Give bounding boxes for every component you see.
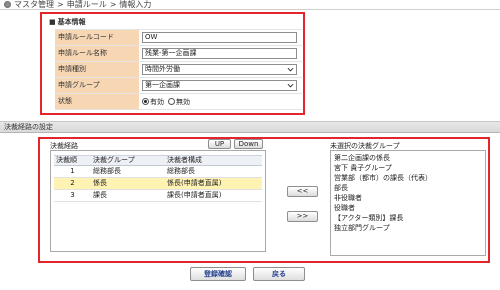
column-header-group: 決裁グループ <box>93 156 135 164</box>
approval-route-label: 決裁経路 <box>50 142 78 150</box>
list-item[interactable]: 第二企画課の係長 <box>334 153 482 163</box>
status-option-enabled-label: 有効 <box>150 97 164 106</box>
chevron-down-icon <box>287 83 294 88</box>
route-order: 2 <box>70 179 75 187</box>
column-header-order: 決裁順 <box>56 156 77 164</box>
breadcrumb: マスタ管理 > 申請ルール > 情報入力 <box>0 0 500 10</box>
rule-name-label: 申請ルール名称 <box>55 46 140 61</box>
approval-route-list: 決裁順 決裁グループ 決裁者構成 1 総務部長 総務部長 2 係長 係長(申請者… <box>50 150 266 252</box>
list-item[interactable]: 役職者 <box>334 203 482 213</box>
rule-code-label: 申請ルールコード <box>55 30 140 45</box>
route-composition: 総務部長 <box>167 167 195 175</box>
move-down-button[interactable]: Down <box>234 139 263 149</box>
application-group-cell: 第一企画課 <box>140 78 302 93</box>
route-composition: 係長(申請者直属) <box>167 179 222 187</box>
basic-info-form: 申請ルールコード OW 申請ルール名称 残業-第一企画課 申請種別 時間外労働 … <box>55 29 302 110</box>
column-header-composition: 決裁者構成 <box>167 156 202 164</box>
status-cell: 有効 無効 <box>140 94 302 109</box>
rule-name-input[interactable]: 残業-第一企画課 <box>142 48 297 59</box>
route-order: 1 <box>70 167 75 175</box>
form-row-application-type: 申請種別 時間外労働 <box>55 62 302 78</box>
move-up-button[interactable]: UP <box>208 139 231 149</box>
route-table-header: 決裁順 決裁グループ 決裁者構成 <box>54 155 262 166</box>
status-option-disabled-label: 無効 <box>176 97 190 106</box>
rule-code-cell: OW <box>140 30 302 45</box>
breadcrumb-separator: > <box>57 0 64 9</box>
form-row-application-group: 申請グループ 第一企画課 <box>55 78 302 94</box>
list-item[interactable]: 部長 <box>334 183 482 193</box>
application-type-selected: 時間外労働 <box>145 65 180 73</box>
rule-name-cell: 残業-第一企画課 <box>140 46 302 61</box>
status-radio-enabled[interactable]: 有効 <box>142 98 164 106</box>
route-group: 課長 <box>93 191 107 199</box>
chevron-down-icon <box>287 67 294 72</box>
route-order: 3 <box>70 191 75 199</box>
breadcrumb-link-application-rule[interactable]: 申請ルール <box>67 0 107 9</box>
basic-info-panel: ■ 基本情報 申請ルールコード OW 申請ルール名称 残業-第一企画課 申請種別… <box>40 12 305 115</box>
basic-info-title: 基本情報 <box>57 18 86 26</box>
rule-code-input[interactable]: OW <box>142 32 297 43</box>
table-row[interactable]: 2 係長 係長(申請者直属) <box>54 178 262 190</box>
breadcrumb-separator: > <box>109 0 117 9</box>
confirm-registration-button[interactable]: 登録確認 <box>190 267 246 281</box>
list-item[interactable]: 【アクター類別】課長 <box>334 213 482 223</box>
form-row-status: 状態 有効 無効 <box>55 94 302 110</box>
radio-button-icon <box>142 98 149 105</box>
list-item[interactable]: 独立部門グループ <box>334 223 482 233</box>
approval-route-panel: 決裁経路 UP Down 決裁順 決裁グループ 決裁者構成 1 総務部長 総務部… <box>38 137 490 263</box>
back-button[interactable]: 戻る <box>253 267 305 281</box>
basic-info-heading: ■ 基本情報 <box>49 18 86 26</box>
list-item[interactable]: 宮下 貴子グループ <box>334 163 482 173</box>
status-radio-disabled[interactable]: 無効 <box>168 98 190 106</box>
application-group-selected: 第一企画課 <box>145 81 180 89</box>
application-type-select[interactable]: 時間外労働 <box>142 64 297 75</box>
breadcrumb-current: 情報入力 <box>119 0 152 9</box>
application-type-cell: 時間外労働 <box>140 62 302 77</box>
route-section-header: 決裁経路の設定 <box>0 121 500 133</box>
status-label: 状態 <box>55 94 140 109</box>
unselected-groups-label: 未選択の決裁グループ <box>330 142 400 150</box>
list-item[interactable]: 営業部（都市）の課長（代表） <box>334 173 482 183</box>
application-group-label: 申請グループ <box>55 78 140 93</box>
form-row-rule-code: 申請ルールコード OW <box>55 30 302 46</box>
table-row[interactable]: 3 課長 課長(申請者直属) <box>54 190 262 202</box>
route-group: 係長 <box>93 179 107 187</box>
application-type-label: 申請種別 <box>55 62 140 77</box>
circle-bullet-icon <box>4 1 11 8</box>
list-item[interactable]: 非役職者 <box>334 193 482 203</box>
route-composition: 課長(申請者直属) <box>167 191 222 199</box>
add-to-route-button[interactable]: << <box>287 186 318 197</box>
route-group: 総務部長 <box>93 167 121 175</box>
application-group-select[interactable]: 第一企画課 <box>142 80 297 91</box>
table-row[interactable]: 1 総務部長 総務部長 <box>54 166 262 178</box>
radio-button-icon <box>168 98 175 105</box>
remove-from-route-button[interactable]: >> <box>287 211 318 222</box>
form-row-rule-name: 申請ルール名称 残業-第一企画課 <box>55 46 302 62</box>
breadcrumb-link-master[interactable]: マスタ管理 <box>14 0 54 9</box>
unselected-groups-listbox[interactable]: 第二企画課の係長 宮下 貴子グループ 営業部（都市）の課長（代表） 部長 非役職… <box>330 150 486 256</box>
heading-square-marker: ■ <box>49 18 56 26</box>
